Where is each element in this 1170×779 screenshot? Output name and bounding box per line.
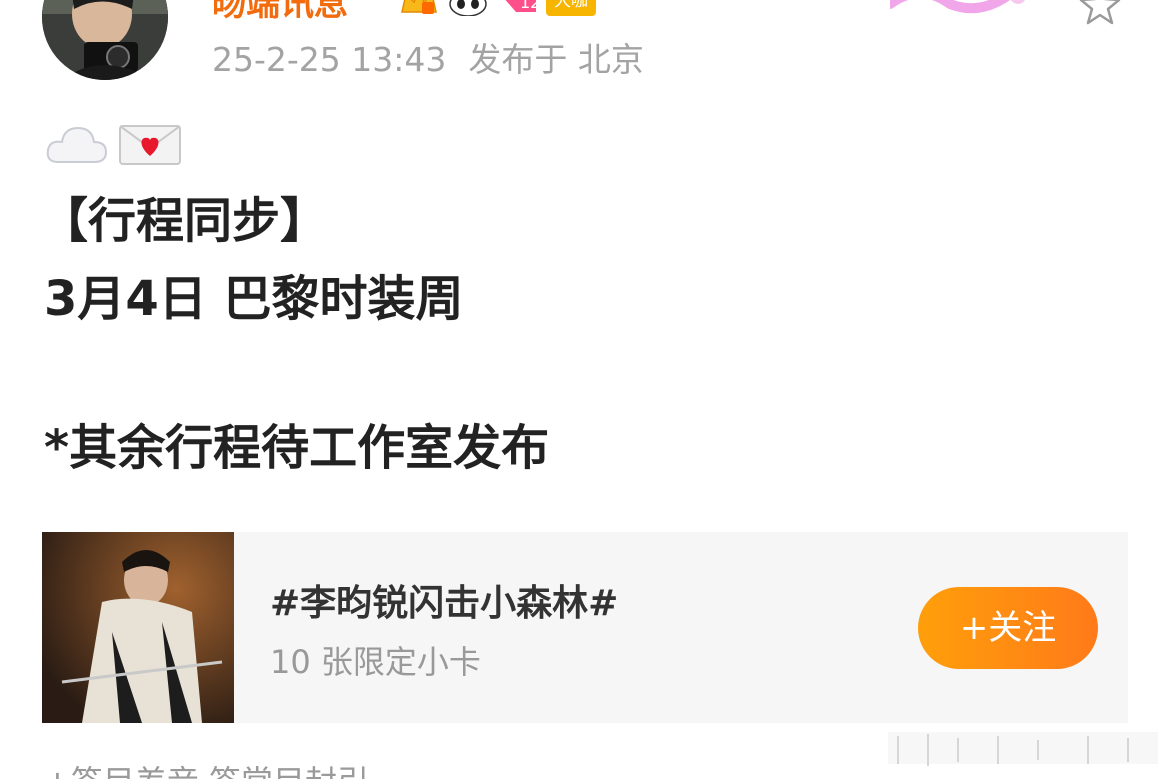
avatar-photo [42, 0, 168, 80]
topic-subtitle: 10 张限定小卡 [270, 643, 481, 681]
post-line-schedule-header: 【行程同步】 [40, 193, 329, 249]
watermark-graphic [888, 732, 1158, 766]
post-timestamp: 25-2-25 13:43 [212, 40, 447, 79]
emoji-row [44, 122, 182, 174]
tag-badge-icon[interactable]: 12 [498, 0, 540, 16]
post-line-note: *其余行程待工作室发布 [44, 420, 550, 476]
star-icon[interactable] [1078, 0, 1122, 26]
love-letter-icon [118, 122, 182, 174]
topic-thumbnail [42, 532, 234, 723]
decoration-graphic [890, 0, 1025, 14]
post-location: 发布于 北京 [468, 40, 644, 79]
panda-badge-icon[interactable] [446, 0, 490, 17]
weibo-post: 旸端讯息 12 大咖 25-2-25 13:43 发布于 北京 【行程同步】 3… [0, 0, 1170, 779]
follow-button[interactable]: +关注 [918, 587, 1098, 669]
badge-row: 12 大咖 [400, 0, 596, 17]
vip-badge[interactable]: 大咖 [546, 0, 596, 16]
bottom-cut-text: +签目差音 签常目封引 [44, 762, 369, 779]
topic-card[interactable]: #李昀锐闪击小森林# 10 张限定小卡 +关注 [42, 532, 1128, 723]
post-meta: 25-2-25 13:43 发布于 北京 [212, 38, 644, 82]
cloud-emoji-icon [44, 122, 108, 174]
crown-badge-icon[interactable] [400, 0, 438, 16]
post-line-event: 3月4日 巴黎时装周 [44, 271, 464, 327]
avatar[interactable] [42, 0, 168, 80]
svg-text:12: 12 [520, 0, 538, 12]
topic-title: #李昀锐闪击小森林# [270, 583, 619, 624]
username[interactable]: 旸端讯息 [212, 0, 348, 24]
